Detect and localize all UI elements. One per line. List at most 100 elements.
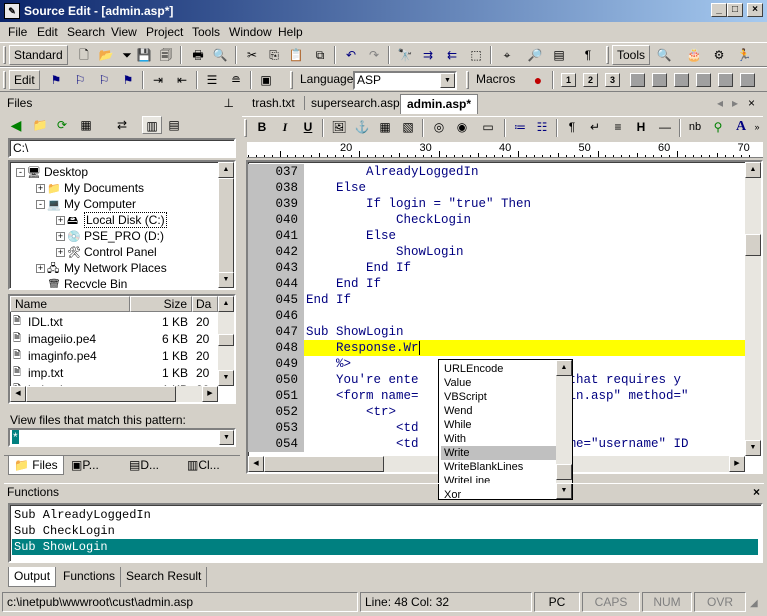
autocomplete-popup[interactable]: URLEncode Value VBScript Wend While With Write… bbox=[438, 359, 573, 501]
cut-icon[interactable]: ✂ bbox=[242, 46, 262, 64]
list-view-icon[interactable]: ▤ bbox=[164, 116, 184, 134]
tab-files[interactable]: 📁 Files bbox=[8, 456, 64, 475]
comment-icon[interactable]: ≘ bbox=[226, 71, 246, 89]
toolbar-grip[interactable] bbox=[290, 71, 293, 89]
code-line[interactable]: 045 End If bbox=[248, 292, 745, 308]
replace-icon[interactable]: ⬚ bbox=[466, 46, 486, 64]
tab-project[interactable]: ▣P... bbox=[66, 456, 104, 476]
scroll-right-arrow-icon[interactable]: ▶ bbox=[202, 386, 218, 402]
unordered-list-icon[interactable]: ☷ bbox=[532, 118, 552, 136]
autocomplete-item[interactable]: Wend bbox=[441, 404, 556, 418]
scroll-thumb[interactable] bbox=[218, 334, 234, 346]
code-line[interactable]: 044 End If bbox=[248, 276, 745, 292]
tool-gear-icon[interactable]: ⚙ bbox=[709, 46, 729, 64]
autocomplete-item[interactable]: WriteBlankLines bbox=[441, 460, 556, 474]
tree-scrollbar[interactable]: ▲ ▼ bbox=[218, 162, 234, 288]
tab-documents[interactable]: ▤D... bbox=[124, 456, 164, 476]
color-picker-icon[interactable]: ◎ bbox=[429, 118, 449, 136]
code-line[interactable]: 040 CheckLogin bbox=[248, 212, 745, 228]
link-icon[interactable]: ⚲ bbox=[708, 118, 728, 136]
scroll-down-arrow-icon[interactable]: ▼ bbox=[218, 370, 234, 386]
tree-item[interactable]: 🗑 Recycle Bin bbox=[36, 276, 127, 288]
new-file-icon[interactable]: 🗋 bbox=[74, 46, 94, 64]
close-panel-icon[interactable]: × bbox=[753, 484, 760, 500]
horizontal-rule-icon[interactable]: — bbox=[655, 118, 675, 136]
tab-admin-asp[interactable]: admin.asp* bbox=[400, 94, 479, 114]
tab-supersearch-asp[interactable]: supersearch.asp bbox=[304, 96, 400, 110]
file-row[interactable]: 🗎 imp.txt 1 KB 20 bbox=[10, 365, 218, 381]
back-icon[interactable]: ◀ bbox=[6, 116, 26, 134]
chevron-down-icon[interactable]: ▼ bbox=[219, 430, 234, 445]
scroll-thumb[interactable] bbox=[264, 456, 384, 472]
table-icon[interactable]: ▦ bbox=[375, 118, 395, 136]
nbsp-icon[interactable]: nb bbox=[685, 118, 705, 136]
autocomplete-item[interactable]: VBScript bbox=[441, 390, 556, 404]
scroll-left-arrow-icon[interactable]: ◀ bbox=[10, 386, 26, 402]
column-date[interactable]: Da bbox=[192, 296, 218, 312]
macro-slot-empty[interactable] bbox=[696, 73, 711, 87]
expand-icon[interactable]: + bbox=[36, 184, 45, 194]
find-previous-icon[interactable]: ⇇ bbox=[442, 46, 462, 64]
undo-icon[interactable]: ↶ bbox=[341, 46, 361, 64]
paste-icon[interactable]: 📋 bbox=[286, 46, 306, 64]
find-icon[interactable]: 🔭 bbox=[395, 46, 415, 64]
anchor-icon[interactable]: ⚓ bbox=[352, 118, 372, 136]
menu-view[interactable]: View bbox=[111, 25, 137, 39]
tree-item[interactable]: - 🖥 Desktop bbox=[16, 164, 88, 180]
autocomplete-item[interactable]: With bbox=[441, 432, 556, 446]
scroll-thumb[interactable] bbox=[556, 464, 572, 480]
code-line[interactable]: 047 Sub ShowLogin bbox=[248, 324, 745, 340]
file-list[interactable]: Name Size Da 🗎 IDL.txt 1 KB 20 🗎 imageiio.pe4… bbox=[8, 294, 236, 404]
details-view-icon[interactable]: ▥ bbox=[142, 116, 162, 134]
refresh-icon[interactable]: ⟳ bbox=[52, 116, 72, 134]
tool-cake-icon[interactable]: 🎂 bbox=[684, 46, 704, 64]
file-row[interactable]: 🗎 IDL.txt 1 KB 20 bbox=[10, 314, 218, 330]
macro-slot-empty[interactable] bbox=[718, 73, 733, 87]
preview-icon[interactable]: 🔎 bbox=[525, 46, 545, 64]
image-icon[interactable]: 🖼 bbox=[329, 118, 349, 136]
ordered-list-icon[interactable]: ≔ bbox=[510, 118, 530, 136]
paragraph-icon[interactable]: ¶ bbox=[578, 46, 598, 64]
menu-tools[interactable]: Tools bbox=[192, 25, 220, 39]
bookmark-next-icon[interactable]: ⚐ bbox=[70, 71, 90, 89]
scroll-thumb[interactable] bbox=[26, 386, 176, 402]
macro-slot-empty[interactable] bbox=[652, 73, 667, 87]
tab-clips[interactable]: ▥Cl... bbox=[182, 456, 225, 476]
search-web-icon[interactable]: ◉ bbox=[452, 118, 472, 136]
function-item[interactable]: Sub CheckLogin bbox=[12, 523, 758, 539]
tree-item[interactable]: + 🖧 My Network Places bbox=[36, 260, 167, 276]
scroll-thumb[interactable] bbox=[218, 178, 234, 274]
tree-item[interactable]: + 🖴 Local Disk (C:) bbox=[56, 212, 167, 228]
tree-item[interactable]: + 📁 My Documents bbox=[36, 180, 144, 196]
macro-slot-empty[interactable] bbox=[674, 73, 689, 87]
tab-functions[interactable]: Functions bbox=[58, 567, 120, 587]
print-icon[interactable]: 🖶 bbox=[188, 46, 208, 64]
toolbar-overflow-icon[interactable]: » bbox=[751, 118, 763, 136]
properties-icon[interactable]: ▣ bbox=[256, 71, 276, 89]
close-document-icon[interactable]: × bbox=[748, 96, 755, 110]
tool-magnifier-icon[interactable]: 🔍 bbox=[654, 46, 674, 64]
file-list-vscrollbar[interactable]: ▲ ▼ bbox=[218, 296, 234, 386]
clipboard-icon[interactable]: ⧉ bbox=[310, 46, 330, 64]
italic-icon[interactable]: I bbox=[275, 118, 295, 136]
pattern-select[interactable]: * ▼ bbox=[8, 428, 236, 447]
toolbar-grip[interactable] bbox=[3, 71, 6, 89]
scroll-up-arrow-icon[interactable]: ▲ bbox=[218, 162, 234, 178]
sync-icon[interactable]: ⇄ bbox=[112, 116, 132, 134]
expand-icon[interactable]: + bbox=[56, 232, 65, 242]
autocomplete-item[interactable]: URLEncode bbox=[441, 362, 556, 376]
center-icon[interactable]: ≡ bbox=[608, 118, 628, 136]
collapse-icon[interactable]: - bbox=[36, 200, 45, 210]
bookmark-previous-icon[interactable]: ⚐ bbox=[94, 71, 114, 89]
tab-search-result[interactable]: Search Result bbox=[120, 567, 208, 587]
tab-scroll-left-icon[interactable]: ◂ bbox=[717, 96, 723, 110]
function-item[interactable]: Sub ShowLogin bbox=[12, 539, 758, 555]
pin-icon[interactable]: ⊥ bbox=[224, 94, 234, 112]
chevron-down-icon[interactable]: ▼ bbox=[440, 73, 455, 88]
column-name[interactable]: Name bbox=[10, 296, 130, 312]
bold-icon[interactable]: B bbox=[252, 118, 272, 136]
bookmark-clear-icon[interactable]: ⚑ bbox=[118, 71, 138, 89]
redo-icon[interactable]: ↷ bbox=[364, 46, 384, 64]
code-line[interactable]: 043 End If bbox=[248, 260, 745, 276]
macro-slot-empty[interactable] bbox=[630, 73, 645, 87]
